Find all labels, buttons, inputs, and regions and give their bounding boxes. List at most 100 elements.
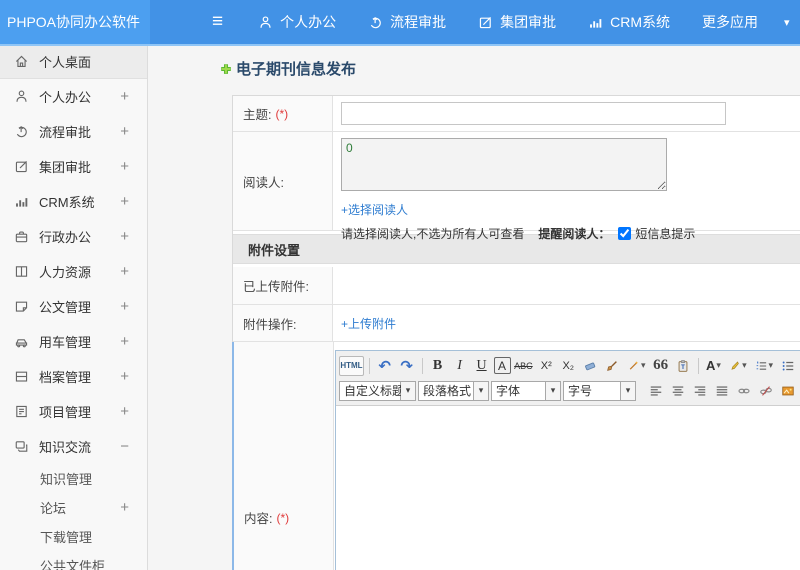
sidebar-item-knowledge-exchange[interactable]: 知识交流 − [0, 429, 147, 464]
unordered-list-button[interactable] [778, 356, 798, 376]
chevron-down-icon[interactable]: ▾ [474, 380, 489, 401]
nav-workflow-approval[interactable]: 流程审批 [368, 12, 446, 32]
chevron-down-icon[interactable]: ▾ [784, 16, 790, 29]
sidebar-subitem-public-file-cabinet[interactable]: 公共文件柜 [0, 551, 147, 570]
nav-label: 集团审批 [500, 14, 557, 30]
person-icon [16, 90, 27, 102]
sidebar-item-vehicle-management[interactable]: 用车管理 + [0, 324, 147, 359]
briefcase-icon [15, 231, 28, 243]
highlight-color-button[interactable]: ▾ [725, 356, 749, 376]
expand-icon[interactable]: + [120, 499, 129, 516]
sidebar-item-archive-management[interactable]: 档案管理 + [0, 359, 147, 394]
editor-content-area[interactable] [336, 406, 800, 570]
nav-crm-system[interactable]: CRM系统 [588, 12, 670, 32]
hamburger-menu-icon[interactable]: ≡ [212, 11, 223, 33]
nav-more-apps[interactable]: 更多应用 [702, 12, 758, 32]
font-size-select[interactable]: 字号 ▾ [563, 380, 636, 401]
chevron-down-icon: ▾ [641, 360, 646, 370]
sidebar-subitem-download-management[interactable]: 下载管理 [0, 522, 147, 551]
sidebar-item-project-management[interactable]: 项目管理 + [0, 394, 147, 429]
chevron-down-icon[interactable]: ▾ [401, 380, 416, 401]
magic-wand-icon [630, 360, 639, 370]
italic-button[interactable]: I [450, 356, 470, 376]
blockquote-button[interactable]: 66 [651, 356, 671, 376]
sidebar-subitem-forum[interactable]: 论坛 + [0, 493, 147, 522]
select-readers-link[interactable]: +选择阅读人 [341, 201, 408, 218]
align-center-button[interactable] [668, 381, 688, 401]
align-justify-button[interactable] [712, 381, 732, 401]
sidebar-item-personal-office[interactable]: 个人办公 + [0, 79, 147, 114]
expand-icon[interactable]: + [120, 403, 129, 420]
expand-icon[interactable]: + [120, 298, 129, 315]
sms-notify-checkbox[interactable] [618, 227, 632, 240]
insert-image-button[interactable] [778, 381, 798, 401]
uploaded-attachments-row: 已上传附件: [233, 267, 800, 305]
collapse-icon[interactable]: − [120, 438, 129, 455]
format-brush-button[interactable] [602, 356, 622, 376]
expand-icon[interactable]: + [120, 193, 129, 210]
subscript-button[interactable]: X₂ [558, 356, 578, 376]
paragraph-format-select[interactable]: 段落格式 ▾ [418, 380, 489, 401]
chevron-down-icon: ▾ [716, 360, 721, 370]
nav-label: 流程审批 [390, 14, 447, 30]
archive-box-icon [15, 371, 28, 382]
expand-icon[interactable]: + [120, 333, 129, 350]
expand-icon[interactable]: + [120, 88, 129, 105]
align-right-button[interactable] [690, 381, 710, 401]
clipboard-icon: T [678, 359, 687, 372]
expand-icon[interactable]: + [120, 368, 129, 385]
book-icon [15, 266, 28, 277]
green-plus-icon [221, 63, 231, 74]
strikethrough-button[interactable]: ABC [513, 356, 535, 376]
expand-icon[interactable]: + [120, 228, 129, 245]
sidebar-item-personal-desktop[interactable]: 个人桌面 [0, 44, 147, 79]
align-left-button[interactable] [646, 381, 666, 401]
expand-icon[interactable]: + [120, 123, 129, 140]
insert-link-button[interactable] [734, 381, 754, 401]
eraser-button[interactable] [580, 356, 600, 376]
phpoa-window: PHPOA协同办公软件 ≡ 个人办公 流程审批 集团审批 CRM系统 更多应用 [0, 0, 800, 570]
magic-wand-button[interactable]: ▾ [624, 356, 648, 376]
upload-attachment-link[interactable]: +上传附件 [341, 315, 396, 332]
notebook-icon [16, 405, 27, 418]
paste-plain-button[interactable]: T [673, 356, 693, 376]
sidebar-item-admin-office[interactable]: 行政办公 + [0, 219, 147, 254]
align-center-icon [672, 385, 684, 396]
nav-group-approval[interactable]: 集团审批 [478, 12, 556, 32]
edit-icon [15, 161, 27, 173]
nav-personal-office[interactable]: 个人办公 [258, 12, 336, 32]
sidebar-item-document-management[interactable]: 公文管理 + [0, 289, 147, 324]
superscript-button[interactable]: X² [536, 356, 556, 376]
chevron-down-icon[interactable]: ▾ [621, 380, 636, 401]
sidebar-subitem-knowledge-management[interactable]: 知识管理 [0, 464, 147, 493]
highlighter-pen-icon [731, 360, 740, 370]
nav-label: 更多应用 [701, 14, 758, 30]
readers-textarea[interactable]: 0 [341, 138, 667, 191]
underline-button[interactable]: U [472, 356, 492, 376]
sidebar-item-workflow-approval[interactable]: 流程审批 + [0, 114, 147, 149]
font-family-select[interactable]: 字体 ▾ [491, 380, 561, 401]
undo-button[interactable]: ↶ [375, 356, 395, 376]
chevron-down-icon[interactable]: ▾ [546, 380, 561, 401]
font-style-button[interactable]: A [493, 357, 511, 374]
home-icon [15, 55, 28, 67]
header-accent-line [0, 44, 800, 46]
sidebar-item-group-approval[interactable]: 集团审批 + [0, 149, 147, 184]
bold-button[interactable]: B [428, 356, 448, 376]
html-source-button[interactable]: HTML [339, 355, 364, 376]
subject-input[interactable] [341, 102, 726, 125]
custom-heading-select[interactable]: 自定义标题 ▾ [339, 380, 416, 401]
bar-chart-icon [590, 18, 602, 28]
ordered-list-button[interactable]: ▾ [752, 356, 776, 376]
expand-icon[interactable]: + [120, 263, 129, 280]
attachment-action-label: 附件操作: [233, 305, 333, 341]
font-color-button[interactable]: A ▾ [703, 356, 723, 376]
ordered-list-icon [756, 361, 766, 370]
remove-link-button[interactable] [756, 381, 776, 401]
app-logo: PHPOA协同办公软件 [0, 0, 150, 44]
sidebar-item-human-resources[interactable]: 人力资源 + [0, 254, 147, 289]
redo-button[interactable]: ↷ [397, 356, 417, 376]
link-icon [738, 388, 750, 393]
sidebar-item-crm-system[interactable]: CRM系统 + [0, 184, 147, 219]
expand-icon[interactable]: + [120, 158, 129, 175]
